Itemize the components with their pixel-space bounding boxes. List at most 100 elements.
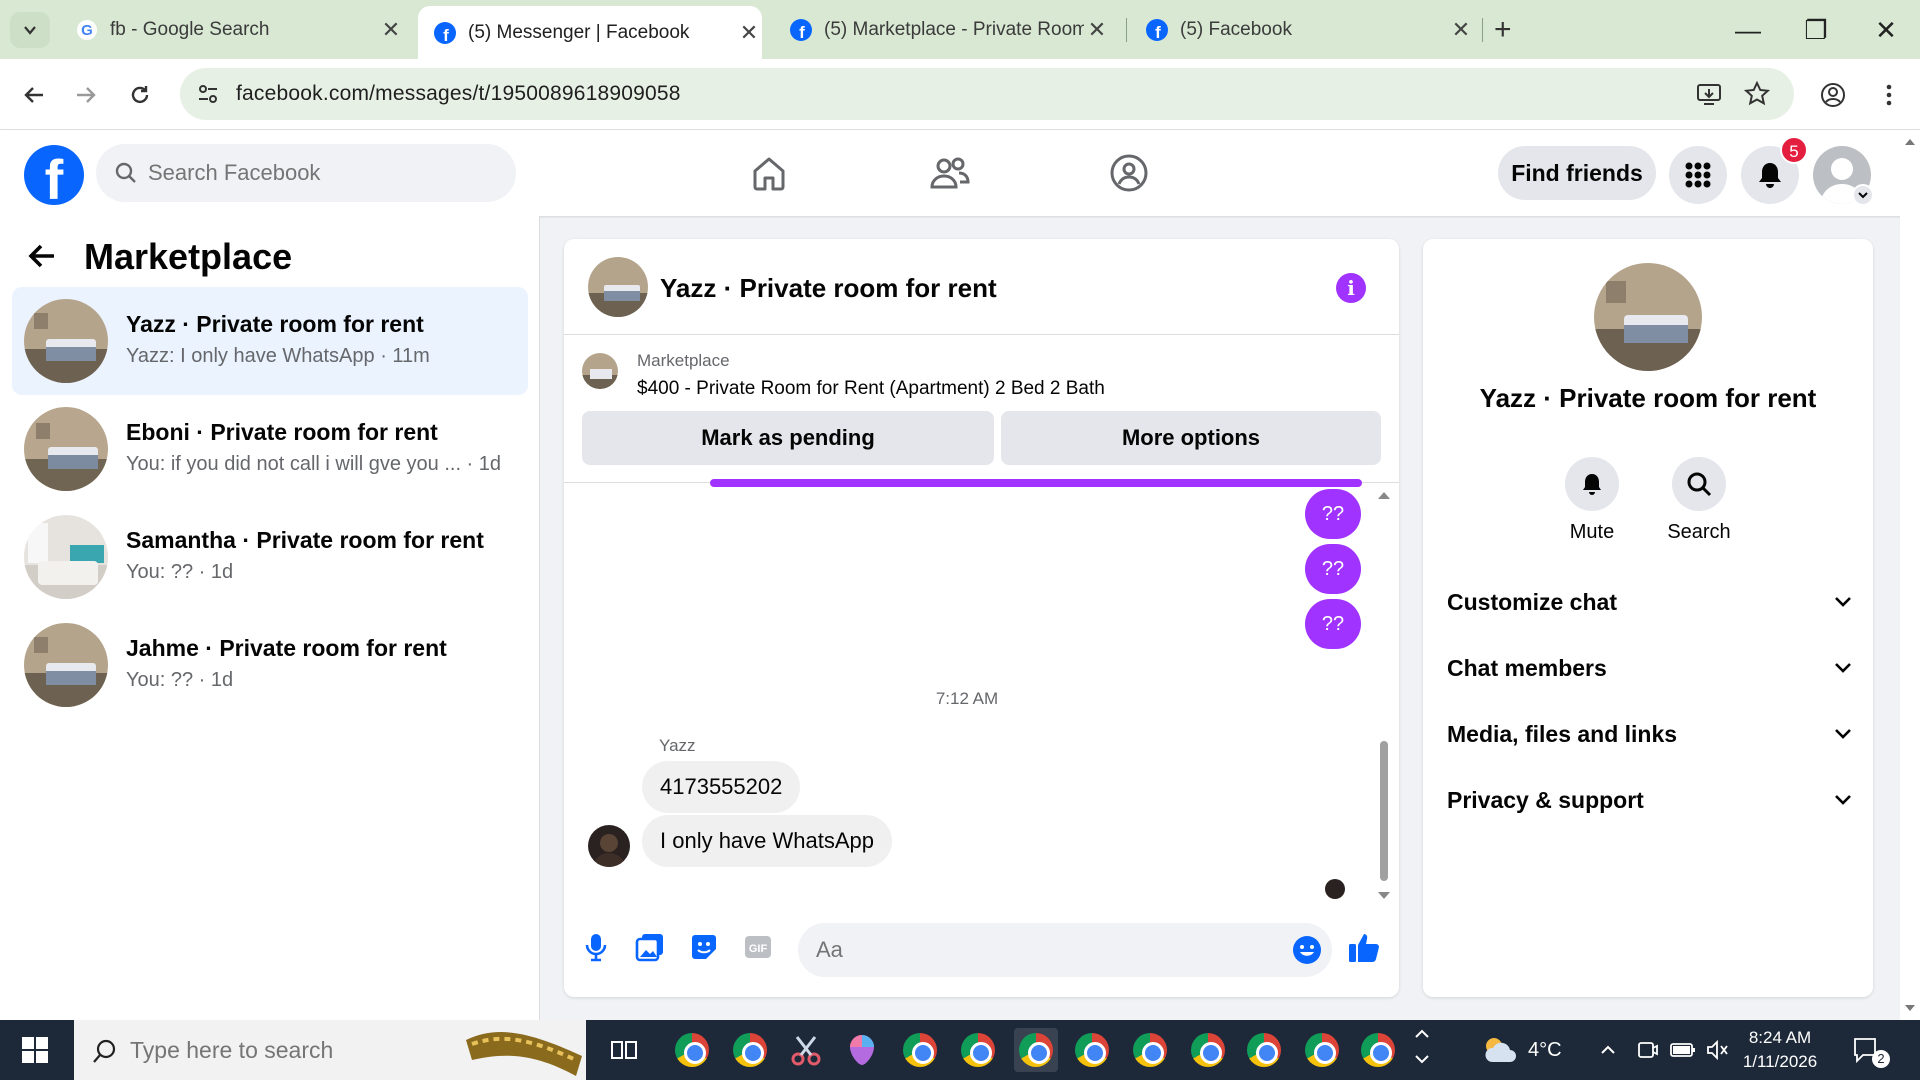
voice-clip-button[interactable] [578, 929, 614, 965]
emoji-icon[interactable] [1292, 935, 1322, 965]
message-input-box[interactable] [798, 923, 1332, 977]
sticker-button[interactable] [686, 929, 722, 965]
taskbar-clock[interactable]: 8:24 AM 1/11/2026 [1740, 1026, 1820, 1074]
media-files-links-section[interactable]: Media, files and links [1447, 709, 1852, 759]
taskbar-chrome-window[interactable] [956, 1028, 1000, 1072]
mark-as-pending-button[interactable]: Mark as pending [582, 411, 994, 465]
conversation-item[interactable]: Samantha · Private room for rent You: ??… [12, 503, 528, 611]
listing-thumbnail[interactable] [582, 353, 618, 389]
forward-button[interactable] [66, 75, 106, 115]
attach-photo-button[interactable] [632, 929, 668, 965]
omnibox[interactable]: facebook.com/messages/t/1950089618909058 [180, 68, 1794, 120]
listing-title[interactable]: $400 - Private Room for Rent (Apartment)… [637, 378, 1105, 400]
groups-nav-button[interactable] [1104, 148, 1154, 198]
conversation-item[interactable]: Jahme · Private room for rent You: ?? · … [12, 611, 528, 719]
chat-title[interactable]: Yazz · Private room for rent [660, 273, 997, 304]
message-input[interactable] [816, 923, 1256, 977]
taskbar-chrome-window[interactable] [1356, 1028, 1400, 1072]
thumbs-up-icon [1349, 934, 1379, 962]
close-icon[interactable]: ✕ [1448, 17, 1474, 43]
page-scrollbar[interactable] [1900, 130, 1920, 1020]
customize-chat-section[interactable]: Customize chat [1447, 577, 1852, 627]
show-hidden-icons-button[interactable] [1598, 1020, 1618, 1080]
find-friends-button[interactable]: Find friends [1498, 146, 1656, 200]
profile-icon[interactable] [1820, 82, 1846, 108]
facebook-logo[interactable]: f [24, 145, 84, 205]
outgoing-message[interactable]: ?? [1305, 544, 1361, 594]
outgoing-message[interactable]: ?? [1305, 599, 1361, 649]
friends-nav-button[interactable] [924, 148, 974, 198]
taskbar-snipping-tool[interactable] [784, 1028, 828, 1072]
minimize-button[interactable]: — [1718, 6, 1778, 54]
kebab-menu-icon[interactable] [1876, 82, 1902, 108]
close-icon[interactable]: ✕ [1084, 17, 1110, 43]
taskbar-chrome-window[interactable] [1242, 1028, 1286, 1072]
more-options-button[interactable]: More options [1001, 411, 1381, 465]
bookmark-star-icon[interactable] [1744, 81, 1770, 107]
google-g-icon: G [77, 20, 97, 40]
back-button[interactable] [14, 75, 54, 115]
mute-button[interactable] [1565, 457, 1619, 511]
reload-button[interactable] [120, 75, 160, 115]
svg-text:GIF: GIF [749, 943, 768, 955]
browser-tab-messenger[interactable]: f (5) Messenger | Facebook ✕ [418, 6, 762, 59]
search-input[interactable] [148, 144, 498, 202]
taskbar-chrome-window[interactable] [670, 1028, 714, 1072]
close-icon[interactable]: ✕ [378, 17, 404, 43]
taskbar-chrome-window[interactable] [1300, 1028, 1344, 1072]
battery-icon-button[interactable] [1670, 1020, 1696, 1080]
restore-button[interactable]: ❐ [1786, 6, 1846, 54]
account-menu-chevron[interactable] [1852, 184, 1874, 206]
browser-tab-marketplace[interactable]: f (5) Marketplace - Private Room ✕ [774, 8, 1110, 52]
outgoing-message[interactable]: ?? [1305, 489, 1361, 539]
mute-action[interactable]: Mute [1542, 457, 1642, 544]
incoming-message[interactable]: I only have WhatsApp [642, 815, 893, 867]
scrollbar-thumb[interactable] [1380, 741, 1388, 881]
browser-tab-facebook[interactable]: f (5) Facebook ✕ [1130, 8, 1474, 52]
taskbar-overflow-scroller[interactable] [1412, 1024, 1432, 1076]
action-center-button[interactable]: 2 [1852, 1020, 1890, 1080]
browser-tab-google[interactable]: G fb - Google Search ✕ [60, 8, 404, 52]
meet-now-icon[interactable] [1636, 1020, 1658, 1080]
sender-name: Yazz [659, 736, 696, 755]
chat-avatar[interactable] [588, 257, 648, 317]
search-in-chat-button[interactable] [1672, 457, 1726, 511]
close-window-button[interactable]: ✕ [1856, 6, 1916, 54]
install-app-icon[interactable] [1696, 81, 1722, 107]
taskbar-chrome-window-active[interactable] [1014, 1028, 1058, 1072]
back-button[interactable] [26, 240, 58, 277]
taskbar-chrome-window[interactable] [1128, 1028, 1172, 1072]
conversation-item[interactable]: Yazz · Private room for rent Yazz: I onl… [12, 287, 528, 395]
send-like-button[interactable] [1346, 929, 1382, 965]
taskbar-search[interactable] [74, 1020, 586, 1080]
taskbar-chrome-window[interactable] [1070, 1028, 1114, 1072]
sender-avatar[interactable] [588, 825, 630, 867]
taskbar-chrome-window[interactable] [1186, 1028, 1230, 1072]
privacy-support-section[interactable]: Privacy & support [1447, 775, 1852, 825]
gif-button[interactable]: GIF [740, 929, 776, 965]
taskbar-paint-app[interactable] [840, 1028, 884, 1072]
taskbar-chrome-window[interactable] [728, 1028, 772, 1072]
thread-scrollbar[interactable] [1377, 487, 1391, 907]
weather-widget[interactable]: 4°C [1480, 1020, 1562, 1080]
paint-icon [850, 1035, 874, 1065]
search-action[interactable]: Search [1649, 457, 1749, 544]
info-icon[interactable]: i [1336, 273, 1366, 303]
conversation-item[interactable]: Eboni · Private room for rent You: if yo… [12, 395, 528, 503]
new-tab-button[interactable]: + [1494, 12, 1512, 48]
close-icon[interactable]: ✕ [736, 20, 762, 46]
taskbar-chrome-window[interactable] [898, 1028, 942, 1072]
task-view-button[interactable] [602, 1028, 646, 1072]
site-settings-icon[interactable] [196, 82, 220, 106]
home-nav-button[interactable] [744, 148, 794, 198]
chat-info-avatar[interactable] [1594, 263, 1702, 371]
facebook-search[interactable] [96, 144, 516, 202]
chat-members-section[interactable]: Chat members [1447, 643, 1852, 693]
taskbar-search-input[interactable] [130, 1020, 430, 1080]
start-button[interactable] [0, 1020, 70, 1080]
menu-button[interactable] [1669, 146, 1727, 204]
volume-button[interactable] [1706, 1020, 1730, 1080]
incoming-message[interactable]: 4173555202 [642, 761, 801, 813]
conversation-snippet: You: if you did not call i will gve you … [126, 453, 502, 475]
tab-search-button[interactable] [10, 12, 50, 48]
